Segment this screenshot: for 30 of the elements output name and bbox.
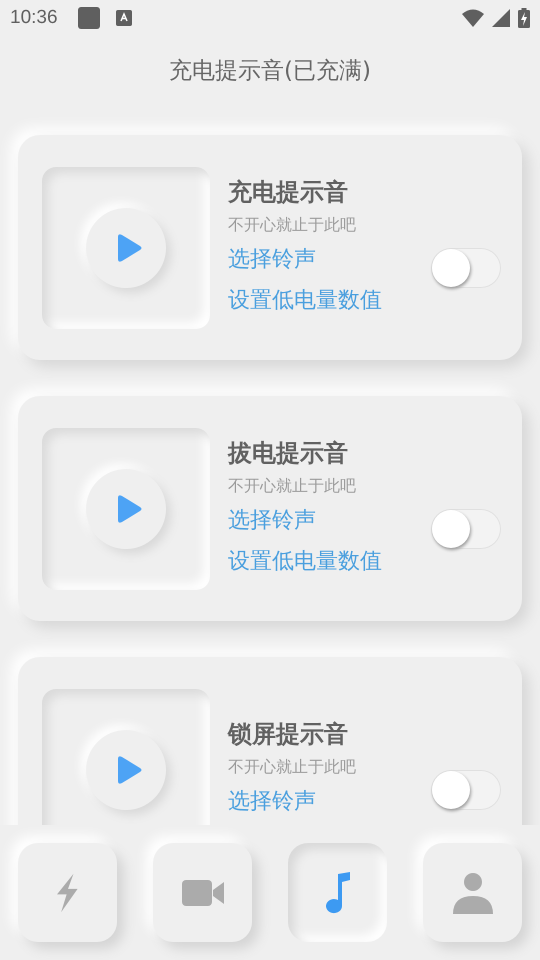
battery-charging-icon [518,8,530,28]
person-icon [452,872,492,914]
music-note-icon [324,870,352,914]
toggle-switch[interactable] [431,770,501,810]
page-title: 充电提示音(已充满) [169,56,371,86]
play-icon [116,754,142,784]
nav-tab[interactable] [423,843,522,942]
nav-tab[interactable] [153,843,252,942]
settings-link[interactable]: 选择铃声 [228,500,316,540]
notification-square-icon [78,7,100,29]
card-title: 锁屏提示音 [228,719,349,750]
play-icon [116,232,142,262]
signal-icon [492,9,510,27]
wifi-icon [462,9,484,27]
card-title: 充电提示音 [228,176,349,208]
status-time: 10:36 [10,7,58,29]
settings-link[interactable]: 选择铃声 [228,781,316,822]
nav-tab[interactable] [288,843,387,942]
card-subtitle: 不开心就止于此吧 [228,756,357,778]
play-icon [116,494,142,524]
settings-link[interactable]: 设置低电量数值 [228,280,382,320]
keyboard-icon [116,10,132,26]
card-title: 拔电提示音 [228,438,349,468]
settings-link[interactable]: 设置低电量数值 [228,540,382,582]
toggle-switch[interactable] [431,248,501,288]
card-subtitle: 不开心就止于此吧 [228,474,357,496]
settings-link[interactable]: 选择铃声 [228,238,316,280]
nav-tab[interactable] [18,843,117,942]
toggle-switch[interactable] [431,508,501,548]
card-subtitle: 不开心就止于此吧 [228,214,357,236]
